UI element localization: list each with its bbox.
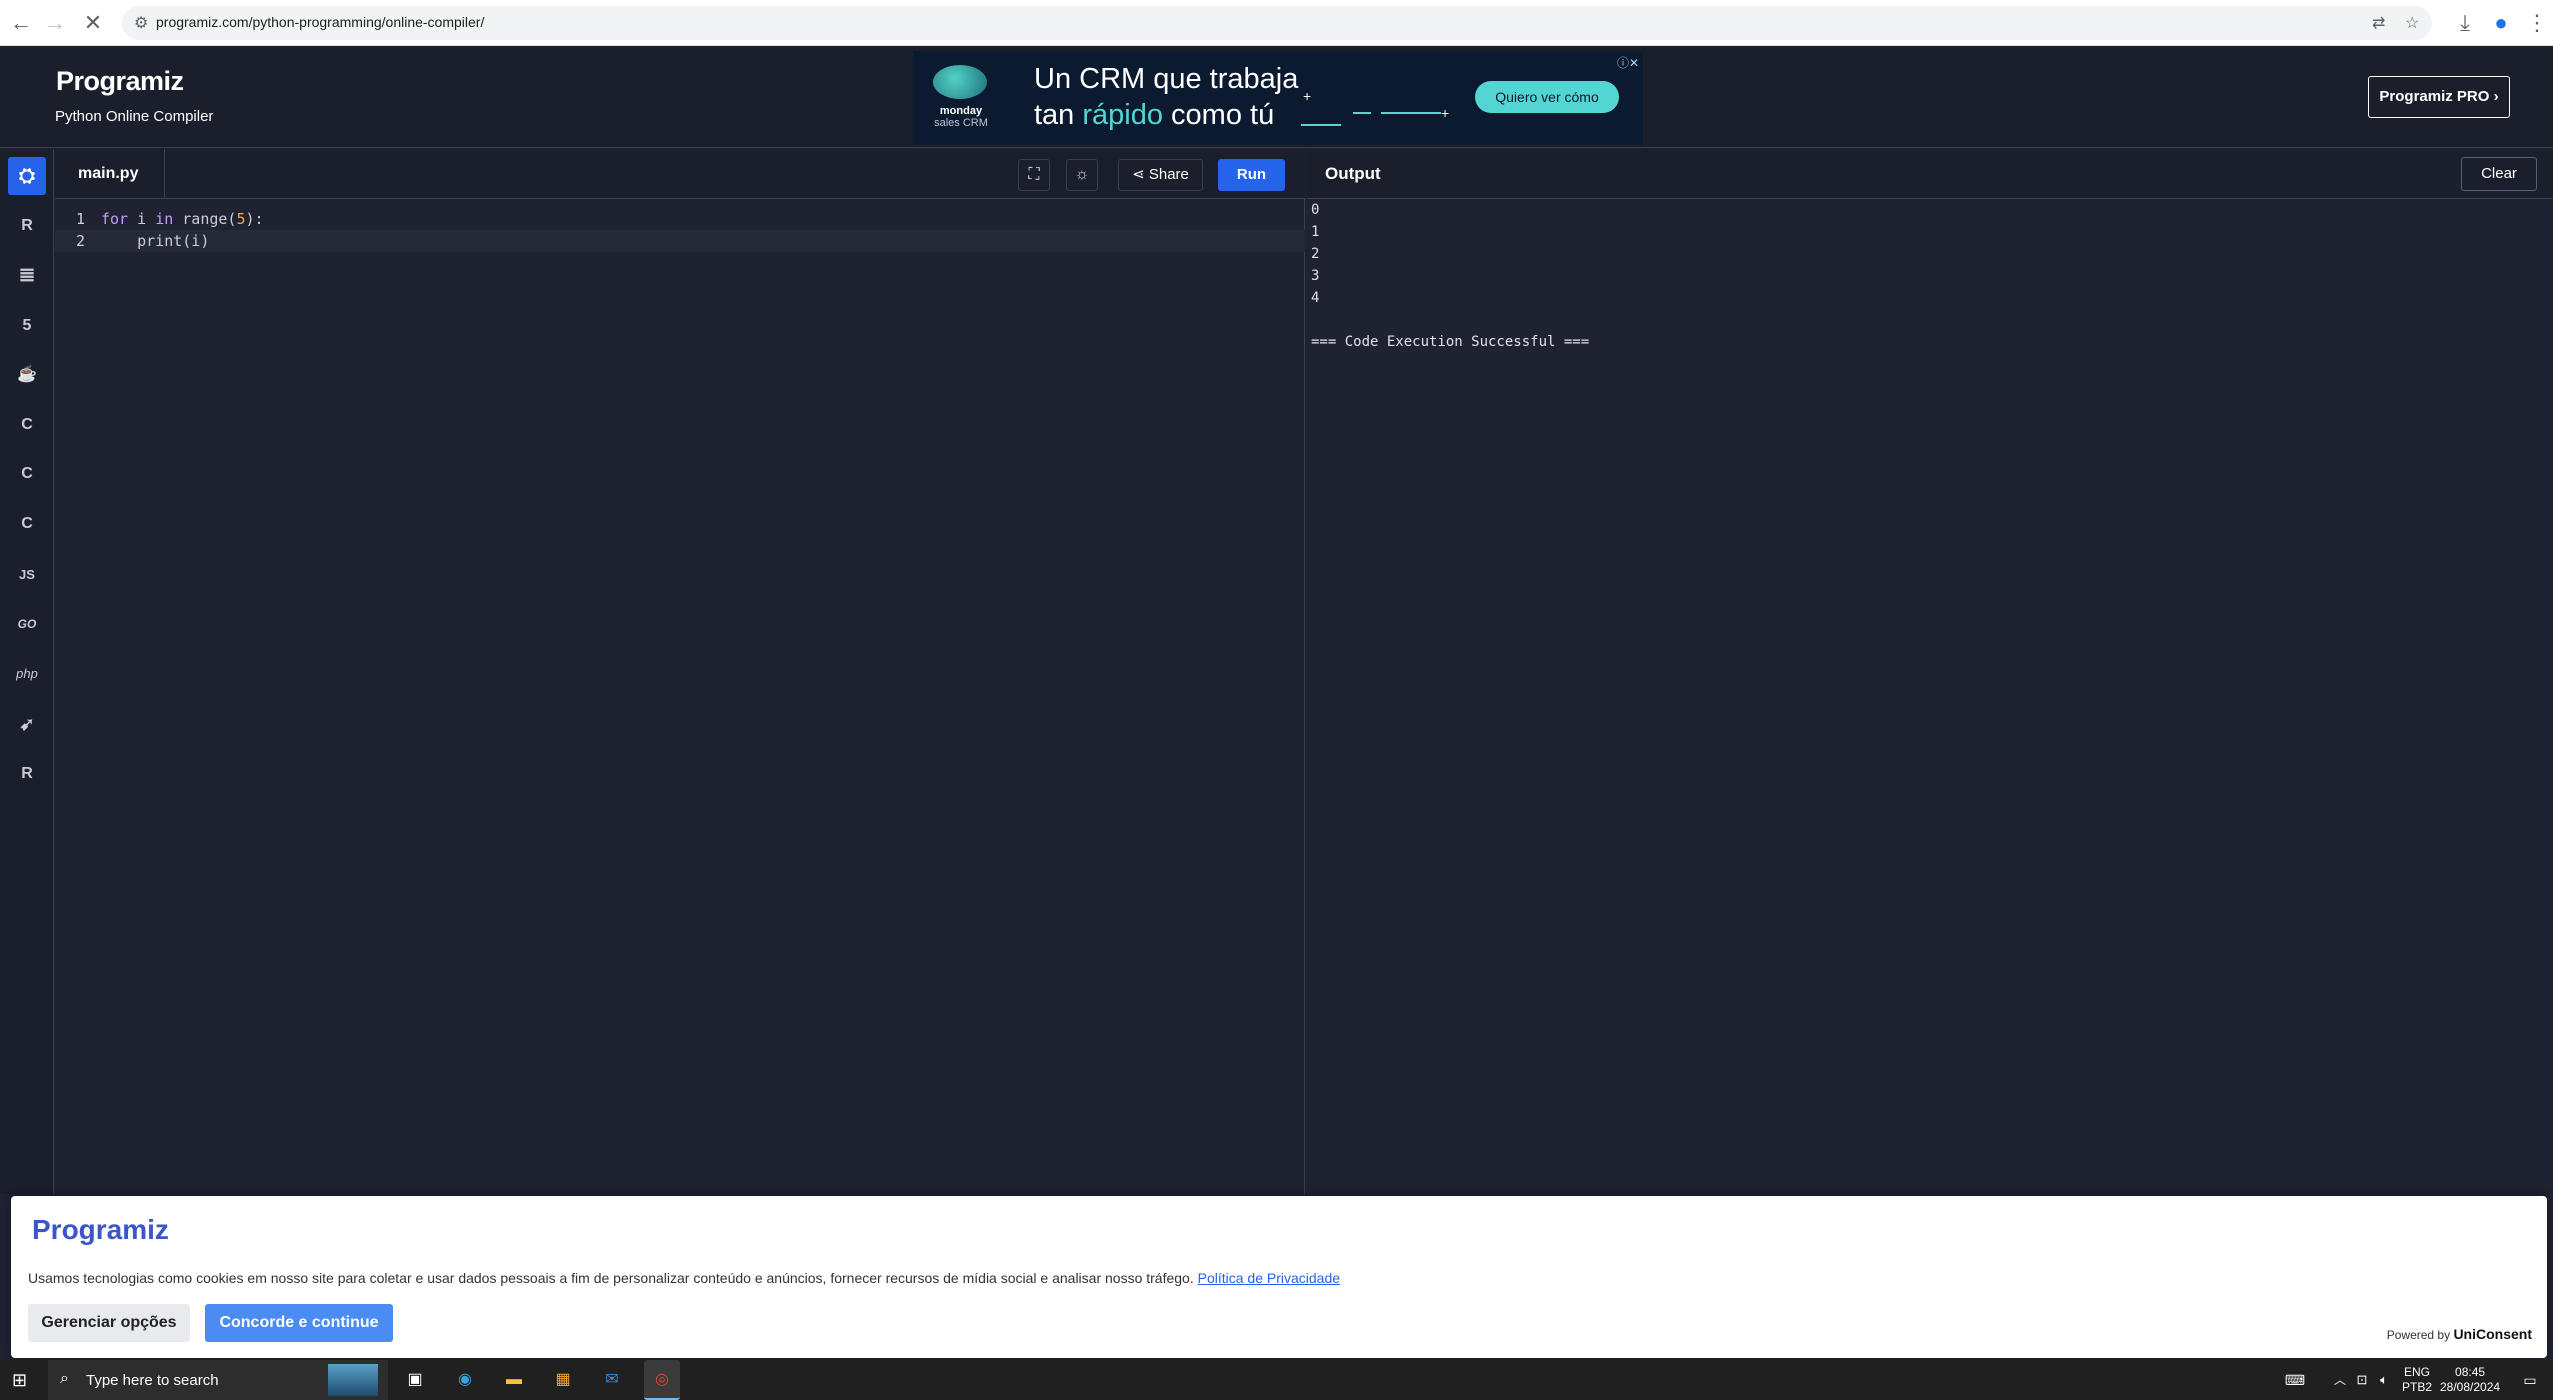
search-placeholder: Type here to search — [86, 1372, 219, 1389]
c-icon[interactable]: C — [8, 406, 46, 444]
output-line: 0 — [1311, 202, 1320, 218]
python-icon[interactable]: ⛭ — [8, 157, 46, 195]
code-line[interactable]: 1 for i in range(5): — [55, 208, 1305, 230]
edge-icon[interactable]: ◉ — [453, 1368, 477, 1392]
ad-close-icon[interactable]: ⓘ✕ — [1617, 54, 1639, 71]
back-icon[interactable]: ← — [8, 10, 34, 36]
php-icon[interactable]: php — [8, 655, 46, 693]
windows-start-icon[interactable]: ⊞ — [12, 1370, 32, 1390]
cookie-banner-logo: Programiz — [32, 1214, 169, 1245]
code-editor[interactable]: 1 for i in range(5): 2 print(i) — [55, 199, 1305, 1194]
javascript-icon[interactable]: JS — [8, 556, 46, 594]
keyboard-icon[interactable]: ⌨ — [2283, 1368, 2307, 1392]
network-icon[interactable]: ⊡ — [2350, 1368, 2374, 1392]
programiz-pro-button[interactable]: Programiz PRO › — [2368, 76, 2510, 118]
output-line: 4 — [1311, 290, 1320, 306]
ad-headline-2: tan rápido como tú — [1034, 99, 1275, 131]
download-icon[interactable]: ⤓ — [2452, 10, 2478, 36]
share-label: Share — [1148, 166, 1189, 183]
java-icon[interactable]: ☕ — [8, 356, 46, 394]
output-line: 2 — [1311, 246, 1320, 262]
share-button[interactable]: ⋖ Share — [1118, 159, 1203, 191]
output-line: === Code Execution Successful === — [1311, 334, 1590, 350]
ad-headline-1: Un CRM que trabaja — [1034, 63, 1299, 95]
ad-decoration-lines: + + — [1301, 91, 1449, 126]
monday-logo-icon — [933, 65, 987, 99]
file-tab-main[interactable]: main.py — [55, 149, 165, 199]
editor-toolbar: main.py ⛶ ☼ ⋖ Share Run — [55, 149, 1305, 199]
windows-taskbar: ⊞ ⌕ Type here to search ▣ ◉ ▬ ▦ ✉ ◎ ⌨ ︿ … — [0, 1360, 2553, 1400]
bookmark-star-icon[interactable]: ☆ — [2405, 13, 2419, 33]
search-highlight-image — [328, 1364, 378, 1396]
output-toolbar: Output Clear — [1306, 149, 2553, 199]
swift-icon[interactable]: ➹ — [8, 705, 46, 743]
html-icon[interactable]: 5 — [8, 307, 46, 345]
cookie-message: Usamos tecnologias como cookies em nosso… — [28, 1270, 1341, 1286]
csharp-icon[interactable]: C — [8, 505, 46, 543]
notification-icon[interactable]: ▭ — [2518, 1368, 2542, 1392]
svg-text:+: + — [1441, 105, 1449, 121]
clear-button[interactable]: Clear — [2461, 157, 2537, 191]
translate-icon[interactable]: ⇄ — [2372, 13, 2385, 33]
browser-menu-icon[interactable]: ⋮ — [2524, 10, 2550, 36]
ad-cta-button[interactable]: Quiero ver cómo — [1475, 81, 1619, 113]
privacy-policy-link[interactable]: Política de Privacidade — [1198, 1270, 1340, 1286]
output-line: 1 — [1311, 224, 1320, 240]
r-icon[interactable]: R — [8, 207, 46, 245]
output-line: 3 — [1311, 268, 1320, 284]
search-icon: ⌕ — [60, 1370, 69, 1387]
site-header: Programiz Python Online Compiler monday … — [0, 46, 2553, 148]
language-indicator[interactable]: ENG PTB2 — [2402, 1365, 2432, 1395]
store-icon[interactable]: ▦ — [551, 1368, 575, 1392]
stop-loading-icon[interactable]: ✕ — [80, 10, 106, 36]
tray-chevron-icon[interactable]: ︿ — [2328, 1368, 2352, 1392]
code-line[interactable]: 2 print(i) — [55, 230, 1305, 252]
forward-icon[interactable]: → — [42, 10, 68, 36]
go-icon[interactable]: GO — [8, 605, 46, 643]
ad-brand: monday sales CRM — [934, 105, 988, 129]
sql-icon[interactable]: ≣ — [8, 256, 46, 294]
line-number: 1 — [75, 210, 85, 228]
powered-by-label: Powered by UniConsent — [2386, 1326, 2532, 1342]
cpp-icon[interactable]: C — [8, 455, 46, 493]
share-icon: ⋖ — [1132, 166, 1149, 183]
mail-icon[interactable]: ✉ — [600, 1368, 624, 1392]
page-subtitle: Python Online Compiler — [55, 108, 214, 125]
agree-continue-button[interactable]: Concorde e continue — [205, 1304, 393, 1342]
site-info-icon[interactable]: ⚙ — [134, 13, 148, 33]
profile-avatar-icon[interactable]: ● — [2488, 10, 2514, 36]
url-text[interactable]: programiz.com/python-programming/online-… — [156, 14, 484, 30]
output-title: Output — [1325, 164, 1381, 183]
output-panel[interactable]: 0 1 2 3 4 === Code Execution Successful … — [1306, 199, 2553, 1194]
browser-toolbar: ← → ✕ ⚙ programiz.com/python-programming… — [0, 0, 2553, 46]
volume-icon[interactable]: 🔈︎ — [2372, 1368, 2396, 1392]
rust-icon[interactable]: R — [8, 755, 46, 793]
language-sidebar: ⛭ R ≣ 5 ☕ C C C JS GO php ➹ R — [0, 149, 54, 1194]
code-text[interactable]: for i in range(5): — [101, 208, 264, 230]
chrome-icon[interactable]: ◎ — [644, 1360, 680, 1400]
taskbar-search-input[interactable]: ⌕ Type here to search — [48, 1360, 388, 1400]
code-text[interactable]: print(i) — [101, 230, 209, 252]
run-button[interactable]: Run — [1218, 159, 1285, 191]
line-number: 2 — [75, 232, 85, 250]
theme-toggle-icon[interactable]: ☼ — [1066, 159, 1098, 191]
manage-options-button[interactable]: Gerenciar opções — [28, 1304, 190, 1342]
svg-text:+: + — [1303, 91, 1311, 104]
file-explorer-icon[interactable]: ▬ — [502, 1368, 526, 1392]
fullscreen-icon[interactable]: ⛶ — [1018, 159, 1050, 191]
advertisement-banner[interactable]: monday sales CRM Un CRM que trabaja tan … — [913, 51, 1643, 145]
task-view-icon[interactable]: ▣ — [403, 1368, 427, 1392]
address-bar[interactable]: ⚙ programiz.com/python-programming/onlin… — [122, 6, 2432, 40]
clock[interactable]: 08:45 28/08/2024 — [2440, 1365, 2500, 1395]
cookie-consent-banner: Programiz Usamos tecnologias como cookie… — [11, 1196, 2547, 1358]
programiz-logo[interactable]: Programiz — [56, 66, 184, 97]
